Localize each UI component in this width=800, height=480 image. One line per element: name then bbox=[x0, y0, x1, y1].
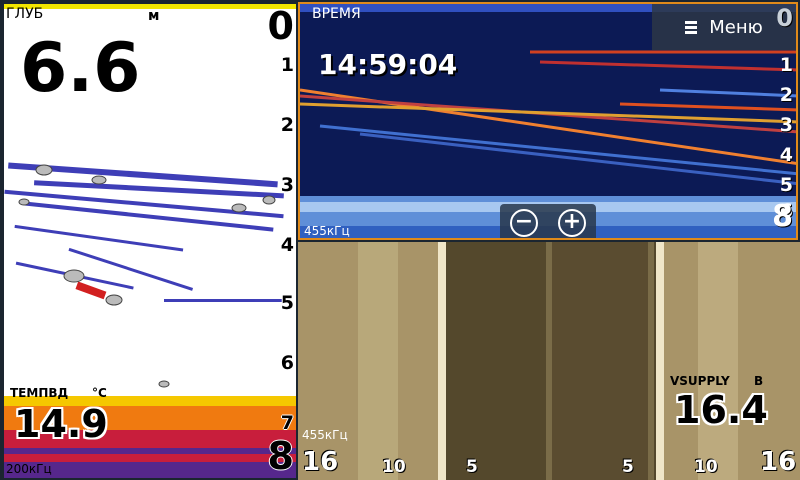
downscan-scale-2: 2 bbox=[779, 84, 793, 106]
sidescan-panel[interactable]: 455кГц VSUPPLY В 16.4 16 10 5 5 10 16 bbox=[298, 242, 800, 480]
depth-scale-8: 8 bbox=[267, 434, 294, 478]
depth-scale-1: 1 bbox=[280, 54, 294, 76]
depth-scale-5: 5 bbox=[280, 292, 294, 314]
sidescan-range-right-16: 16 bbox=[760, 447, 797, 477]
downscan-scale-1: 1 bbox=[779, 54, 793, 76]
sidescan-range-left-5: 5 bbox=[466, 457, 478, 477]
sonar-frequency: 200кГц bbox=[6, 462, 52, 476]
sonar-panel[interactable]: ГЛУБ м 6.6 ТЕМПВД °C 14.9 200кГц 0 1 2 3… bbox=[4, 4, 296, 478]
sidescan-range-left-16: 16 bbox=[302, 447, 339, 477]
water-temp-value: 14.9 bbox=[14, 402, 108, 446]
sidescan-range-right-10: 10 bbox=[694, 457, 718, 477]
sidescan-range-left-10: 10 bbox=[382, 457, 406, 477]
downscan-scale-5: 5 bbox=[779, 174, 793, 196]
depth-value: 6.6 bbox=[20, 29, 141, 108]
depth-scale-0: 0 bbox=[267, 4, 294, 48]
menu-icon bbox=[685, 19, 698, 36]
depth-scale-3: 3 bbox=[280, 174, 294, 196]
menu-button[interactable]: Меню bbox=[652, 4, 796, 50]
zoom-out-button[interactable]: − bbox=[510, 209, 538, 237]
depth-scale-2: 2 bbox=[280, 114, 294, 136]
time-label: ВРЕМЯ bbox=[312, 6, 361, 22]
downscan-scale-4: 4 bbox=[779, 144, 793, 166]
vsupply-unit: В bbox=[754, 374, 764, 388]
downscan-panel[interactable]: ВРЕМЯ 14:59:04 455кГц Меню − + 0 1 2 3 4… bbox=[298, 2, 798, 240]
downscan-scale-0: 0 bbox=[776, 4, 793, 32]
depth-label: ГЛУБ bbox=[6, 6, 44, 22]
zoom-controls: − + bbox=[500, 204, 596, 238]
zoom-in-button[interactable]: + bbox=[558, 209, 586, 237]
time-value: 14:59:04 bbox=[318, 48, 458, 81]
sidescan-frequency: 455кГц bbox=[302, 428, 348, 442]
water-temp-label: ТЕМПВД bbox=[10, 386, 69, 400]
downscan-scale-8: 8 bbox=[772, 199, 793, 234]
vsupply-value: 16.4 bbox=[674, 388, 768, 432]
menu-label: Меню bbox=[709, 16, 763, 38]
downscan-scale-3: 3 bbox=[779, 114, 793, 136]
depth-scale-4: 4 bbox=[280, 234, 294, 256]
sidescan-range-right-5: 5 bbox=[622, 457, 634, 477]
depth-scale-6: 6 bbox=[280, 352, 294, 374]
downscan-frequency: 455кГц bbox=[304, 224, 350, 238]
depth-scale-7: 7 bbox=[280, 412, 294, 434]
depth-unit: м bbox=[148, 8, 160, 24]
vsupply-label: VSUPPLY bbox=[670, 374, 730, 388]
water-temp-unit: °C bbox=[92, 386, 107, 400]
sidescan-image bbox=[298, 242, 800, 480]
